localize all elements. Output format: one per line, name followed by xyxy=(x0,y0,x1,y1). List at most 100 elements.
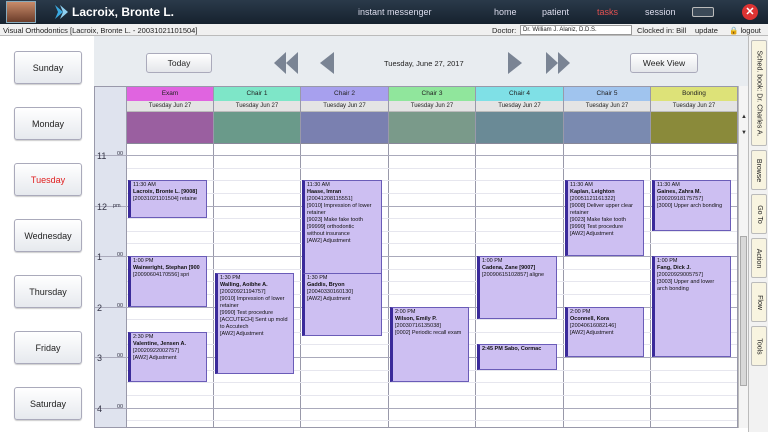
avatar[interactable] xyxy=(6,1,36,23)
appointment[interactable]: 2:45 PM Sabo, Cormac xyxy=(477,344,557,370)
close-button[interactable]: ✕ xyxy=(742,4,758,20)
appointment-patient: Kaplan, Leighton xyxy=(570,189,615,196)
next-week-icon[interactable] xyxy=(544,50,572,76)
appointment-detail: [AW2] Adjustment xyxy=(220,330,264,337)
appointment-detail: [9010] Impression of lower xyxy=(220,295,285,302)
appointment-patient: Gaddis, Bryon xyxy=(307,281,345,288)
appointment-detail: to Accutech xyxy=(220,323,249,330)
appointment[interactable]: 2:00 PM Wilson, Emily P. [20030716135038][… xyxy=(390,306,469,383)
quarter-line xyxy=(127,180,737,182)
quarter-line xyxy=(127,243,737,245)
logout-link[interactable]: 🔒 logout xyxy=(729,26,761,35)
appointment-detail: [20020918175757] xyxy=(657,196,703,203)
side-tab[interactable]: Browse xyxy=(751,150,767,190)
column-header[interactable]: Chair 4 xyxy=(476,87,563,101)
hour-line xyxy=(127,407,737,409)
appointment-detail: [20040330160130] xyxy=(307,288,353,295)
minute-label: 00 xyxy=(117,403,124,410)
day-button-thursday[interactable]: Thursday xyxy=(14,275,82,308)
day-button-saturday[interactable]: Saturday xyxy=(14,387,82,420)
doctor-select[interactable]: Dr. William J. Alaniz, D.D.S. xyxy=(520,25,632,35)
hour-label: 11 xyxy=(97,151,107,161)
column-header[interactable]: Chair 3 xyxy=(389,87,475,101)
appointment-detail: [20030716135038] xyxy=(395,322,441,329)
minute-label: 00 xyxy=(117,353,124,359)
hour-label: 4 xyxy=(97,403,103,414)
vertical-scrollbar[interactable]: ▲ ▼ xyxy=(738,86,748,428)
appointment[interactable]: 2:30 PM Valentine, Jensen A. [200209220027… xyxy=(128,331,207,383)
keyboard-icon[interactable] xyxy=(692,7,714,17)
hour-line xyxy=(127,155,737,156)
appointment-time: 1:30 PM xyxy=(220,274,241,281)
scroll-down-icon[interactable]: ▼ xyxy=(741,130,747,136)
side-tab[interactable]: Go To xyxy=(751,194,767,234)
appointment[interactable]: 1:30 PM Gaddis, Bryon [20040330160130] [AW2… xyxy=(302,272,382,336)
side-tab-label: Tools xyxy=(755,337,763,355)
appointment-detail: [AW2] Adjustment xyxy=(307,238,351,245)
appointment[interactable]: 2:00 PM Oconnell, Kora [20040616082146] [AW… xyxy=(565,306,644,357)
scroll-up-icon[interactable]: ▲ xyxy=(741,114,747,120)
appointment[interactable]: 11:30 AM Lacroix, Bronte L. [9008] [200310… xyxy=(128,180,207,219)
prev-week-icon[interactable] xyxy=(272,50,300,76)
pm-label: pm xyxy=(113,202,121,209)
column-header[interactable]: Bonding xyxy=(651,87,737,101)
appointment[interactable]: 1:00 PM Wainwright, Stephan [900 [20090604… xyxy=(128,256,207,307)
column-band xyxy=(214,112,300,144)
appointment-detail: retainer xyxy=(220,302,239,309)
nav-tasks[interactable]: tasks xyxy=(597,7,618,17)
nav-session[interactable]: session xyxy=(645,7,676,17)
column-header[interactable]: Chair 5 xyxy=(564,87,650,101)
next-day-icon[interactable] xyxy=(506,50,524,76)
minute-label: 00 xyxy=(117,151,124,157)
appointment-detail: [20020929005757] xyxy=(657,272,703,278)
column-header[interactable]: Exam xyxy=(127,87,213,101)
appointment-detail: [20040616082146] xyxy=(570,322,616,329)
current-date: Tuesday, June 27, 2017 xyxy=(384,59,464,68)
info-bar: Visual Orthodontics [Lacroix, Bronte L. … xyxy=(0,24,768,36)
column-header[interactable]: Chair 2 xyxy=(301,87,388,101)
doctor-label: Doctor: xyxy=(492,26,517,35)
clocked-in-status: Clocked in: Bill xyxy=(637,26,687,35)
side-tab[interactable]: Tools xyxy=(751,326,767,366)
nav-patient[interactable]: patient xyxy=(542,7,569,17)
logout-label[interactable]: logout xyxy=(740,26,760,35)
practice-title: Visual Orthodontics [Lacroix, Bronte L. … xyxy=(3,26,198,35)
column-date: Tuesday Jun 27 xyxy=(301,101,388,112)
day-button-monday[interactable]: Monday xyxy=(14,107,82,140)
scroll-thumb[interactable] xyxy=(740,236,747,386)
top-bar: Lacroix, Bronte L. instant messenger hom… xyxy=(0,0,768,24)
column-header[interactable]: Chair 1 xyxy=(214,87,300,101)
appointment-time: 11:30 AM xyxy=(570,182,593,189)
appointment-patient: Lacroix, Bronte L. [9008] xyxy=(133,189,198,196)
quarter-line xyxy=(127,420,737,422)
side-tab[interactable]: Flow xyxy=(751,282,767,322)
nav-home[interactable]: home xyxy=(494,7,517,17)
appointment-detail: retainer xyxy=(307,210,326,217)
column-band xyxy=(476,112,563,144)
day-button-tuesday[interactable]: Tuesday xyxy=(14,163,82,196)
today-button[interactable]: Today xyxy=(146,53,212,73)
side-tab[interactable]: Action xyxy=(751,238,767,278)
nav-instant-messenger[interactable]: instant messenger xyxy=(358,7,432,17)
appointment-detail: without insurance xyxy=(307,231,350,238)
prev-day-icon[interactable] xyxy=(318,50,336,76)
week-view-button[interactable]: Week View xyxy=(630,53,698,73)
side-tabs: Sched. book: Dr. Charles A. Browse Go To Ac… xyxy=(748,36,768,432)
day-button-sunday[interactable]: Sunday xyxy=(14,51,82,84)
side-tab[interactable]: Sched. book: Dr. Charles A. xyxy=(751,40,767,146)
appointment-detail: [AW2] Adjustment xyxy=(570,329,614,336)
day-button-friday[interactable]: Friday xyxy=(14,331,82,364)
update-link[interactable]: update xyxy=(695,26,718,35)
appointment-patient: Walling, Aoibhe A. xyxy=(220,281,268,288)
appointment[interactable]: 11:30 AM Kaplan, Leighton [20051121161322]… xyxy=(565,180,644,256)
appointment[interactable]: 1:30 PM Walling, Aoibhe A. [20020921194757… xyxy=(215,272,294,374)
appointment[interactable]: 1:00 PM Fang, Dick J. [20020929005757] [300… xyxy=(652,256,731,357)
column-date: Tuesday Jun 27 xyxy=(127,101,213,112)
hour-label: 1 xyxy=(97,252,103,262)
quarter-line xyxy=(127,218,737,220)
day-button-wednesday[interactable]: Wednesday xyxy=(14,219,82,252)
appointment[interactable]: 1:00 PM Cadena, Zane [9007] [2009061510285… xyxy=(477,256,557,320)
appointment[interactable]: 11:30 AM Haase, Imran [20041208115551] [901… xyxy=(302,180,382,282)
appointment-detail: arch bonding xyxy=(657,286,689,292)
appointment[interactable]: 11:30 AM Gaines, Zahra M. [20020918175757]… xyxy=(652,180,731,231)
